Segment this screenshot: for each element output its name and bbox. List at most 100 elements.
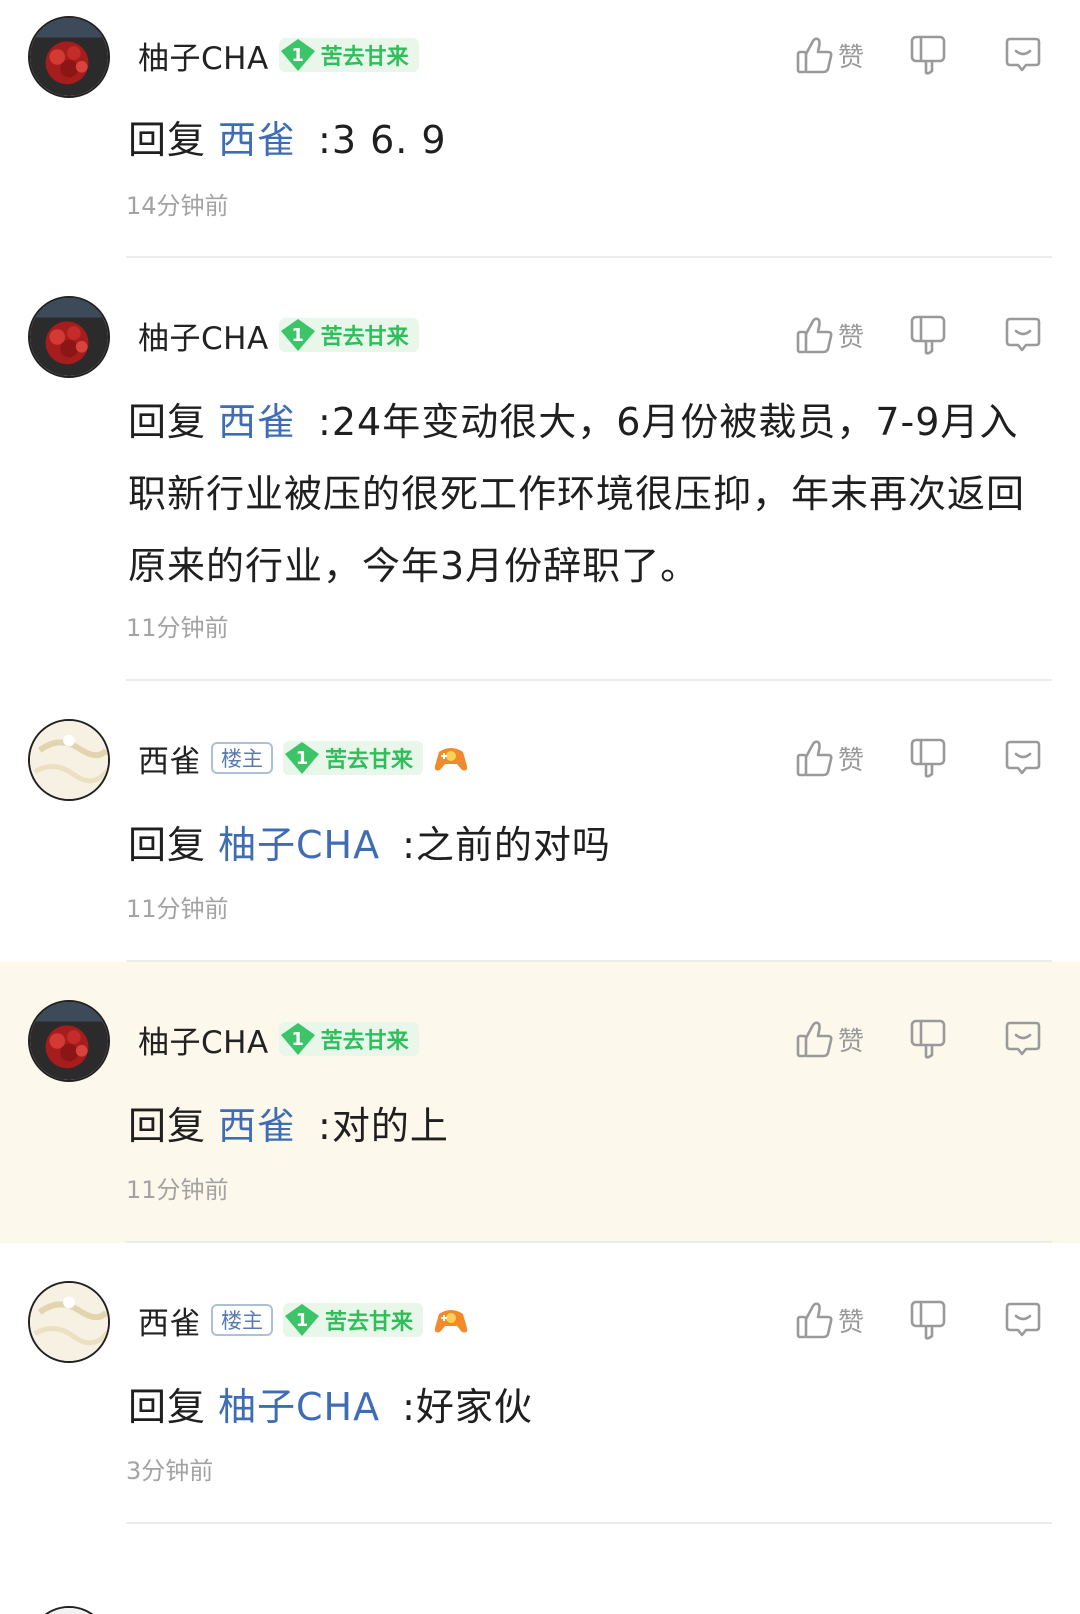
avatar[interactable] (28, 1606, 110, 1614)
comment-text: 回复 西雀 :3 6. 9 (128, 104, 1028, 176)
like-button[interactable]: 赞 (796, 1300, 864, 1340)
comment-icon (1005, 317, 1041, 352)
avatar[interactable] (28, 16, 110, 98)
dislike-button[interactable] (910, 1018, 946, 1060)
comment-header: 西雀 楼主 1 苦去甘来 (138, 733, 469, 783)
comment-header: 柚子CHA 1 苦去甘来 (138, 1014, 419, 1064)
reply-prefix: 回复 (128, 823, 207, 867)
gem-icon: 1 (279, 1022, 317, 1056)
op-badge: 楼主 (211, 1304, 273, 1336)
gem-icon: 1 (279, 318, 317, 352)
comment-body: :好家伙 (402, 1385, 533, 1429)
level-badge: 1 苦去甘来 (283, 741, 424, 775)
comment-item: 西雀 楼主 1 苦去甘来 赞 回复 柚子CHA :好家伙 3分钟前 (0, 1243, 1080, 1524)
thumbs-up-icon (796, 740, 833, 777)
comment-icon (1005, 1021, 1041, 1056)
comment-text: 回复 柚子CHA :好家伙 (128, 1371, 1028, 1443)
comment-header: 柚子CHA 1 苦去甘来 (138, 30, 419, 80)
reply-button[interactable] (1004, 1020, 1042, 1058)
comment-text: 回复 西雀:24年变动很大，6月份被裁员，7-9月入职新行业被压的很死工作环境很压… (128, 386, 1028, 602)
dislike-button[interactable] (910, 314, 946, 356)
thumbs-down-icon (910, 738, 946, 778)
like-label: 赞 (837, 42, 864, 73)
comment-header: 柚子CHA 1 苦去甘来 (138, 310, 419, 360)
comment-item: 西雀 楼主 1 苦去甘来 赞 回复 柚子CHA:之前的对吗 11分钟前 (0, 681, 1080, 962)
op-badge: 楼主 (211, 742, 273, 774)
like-button[interactable]: 赞 (796, 35, 864, 75)
avatar[interactable] (28, 1000, 110, 1082)
thumbs-up-icon (796, 1021, 833, 1058)
avatar[interactable] (28, 719, 110, 801)
timestamp: 3分钟前 (126, 1457, 214, 1485)
level-title: 苦去甘来 (320, 45, 409, 70)
thumbs-down-icon (910, 315, 946, 355)
thumbs-down-icon (910, 1300, 946, 1340)
mention-link[interactable]: 西雀 (218, 1104, 296, 1148)
comment-icon (1005, 740, 1041, 775)
mention-link[interactable]: 西雀 (218, 400, 296, 444)
mention-link[interactable]: 柚子CHA (218, 1385, 380, 1429)
divider (126, 1522, 1052, 1524)
game-controller-icon (434, 748, 468, 771)
thumbs-down-icon (910, 35, 946, 75)
username[interactable]: 西雀 (138, 1298, 201, 1343)
comment-text: 回复 柚子CHA :之前的对吗 (128, 809, 1028, 881)
like-label: 赞 (837, 1026, 864, 1057)
dislike-button[interactable] (910, 1299, 946, 1341)
comment-body: :3 6. 9 (318, 118, 447, 162)
comment-item: 柚子CHA 1 苦去甘来 赞 回复 西雀 :3 6. 9 14分钟前 (0, 0, 1080, 258)
thumbs-up-icon (796, 37, 833, 74)
gem-icon: 1 (283, 1303, 321, 1337)
comment-item-highlighted: 柚子CHA 1 苦去甘来 赞 回复 西雀:对的上 11分钟前 (0, 962, 1080, 1243)
comment-header: 西雀 楼主 1 苦去甘来 (138, 1295, 469, 1345)
level-badge: 1 苦去甘来 (283, 1303, 424, 1337)
reply-button[interactable] (1004, 1301, 1042, 1339)
avatar[interactable] (28, 1281, 110, 1363)
comment-body: :之前的对吗 (402, 823, 611, 867)
like-label: 赞 (837, 1307, 864, 1338)
game-controller-icon (434, 1310, 468, 1333)
username[interactable]: 柚子CHA (138, 1017, 269, 1062)
level-title: 苦去甘来 (320, 1029, 409, 1054)
reply-button[interactable] (1004, 36, 1042, 74)
comment-actions: 赞 (796, 310, 1042, 360)
thumbs-up-icon (796, 317, 833, 354)
timestamp: 14分钟前 (126, 192, 229, 220)
level-badge: 1 苦去甘来 (278, 38, 419, 72)
like-button[interactable]: 赞 (796, 738, 864, 778)
mention-link[interactable]: 西雀 (218, 118, 296, 162)
reply-prefix: 回复 (128, 1385, 207, 1429)
level-title: 苦去甘来 (325, 748, 414, 773)
comment-actions: 赞 (796, 733, 1042, 783)
level-title: 苦去甘来 (320, 325, 409, 350)
comment-actions: 赞 (796, 1295, 1042, 1345)
level-badge: 1 苦去甘来 (278, 1022, 419, 1056)
like-label: 赞 (837, 322, 864, 353)
comment-item: 柚子CHA 1 苦去甘来 赞 回复 西雀:24年变动很大，6月份被裁员，7-9月入… (0, 258, 1080, 681)
avatar[interactable] (28, 296, 110, 378)
username[interactable]: 柚子CHA (138, 313, 269, 358)
timestamp: 11分钟前 (126, 1176, 229, 1204)
reply-button[interactable] (1004, 316, 1042, 354)
level-badge: 1 苦去甘来 (278, 318, 419, 352)
like-button[interactable]: 赞 (796, 1019, 864, 1059)
username[interactable]: 柚子CHA (138, 33, 269, 78)
comment-text: 回复 西雀:对的上 (128, 1090, 1028, 1162)
comment-list: 柚子CHA 1 苦去甘来 赞 回复 西雀:3 6. 9 14分钟前 柚子CHA… (0, 0, 1080, 1614)
like-label: 赞 (837, 745, 864, 776)
reply-button[interactable] (1004, 739, 1042, 777)
reply-prefix: 回复 (128, 118, 207, 162)
dislike-button[interactable] (910, 34, 946, 76)
timestamp: 11分钟前 (126, 614, 229, 642)
like-button[interactable]: 赞 (796, 315, 864, 355)
comment-actions: 赞 (796, 30, 1042, 80)
level-title: 苦去甘来 (325, 1310, 414, 1335)
comment-icon (1005, 1302, 1041, 1337)
gem-icon: 1 (283, 741, 321, 775)
comment-icon (1005, 37, 1041, 72)
gem-icon: 1 (279, 38, 317, 72)
reply-prefix: 回复 (128, 400, 207, 444)
dislike-button[interactable] (910, 737, 946, 779)
mention-link[interactable]: 柚子CHA (218, 823, 380, 867)
username[interactable]: 西雀 (138, 736, 201, 781)
